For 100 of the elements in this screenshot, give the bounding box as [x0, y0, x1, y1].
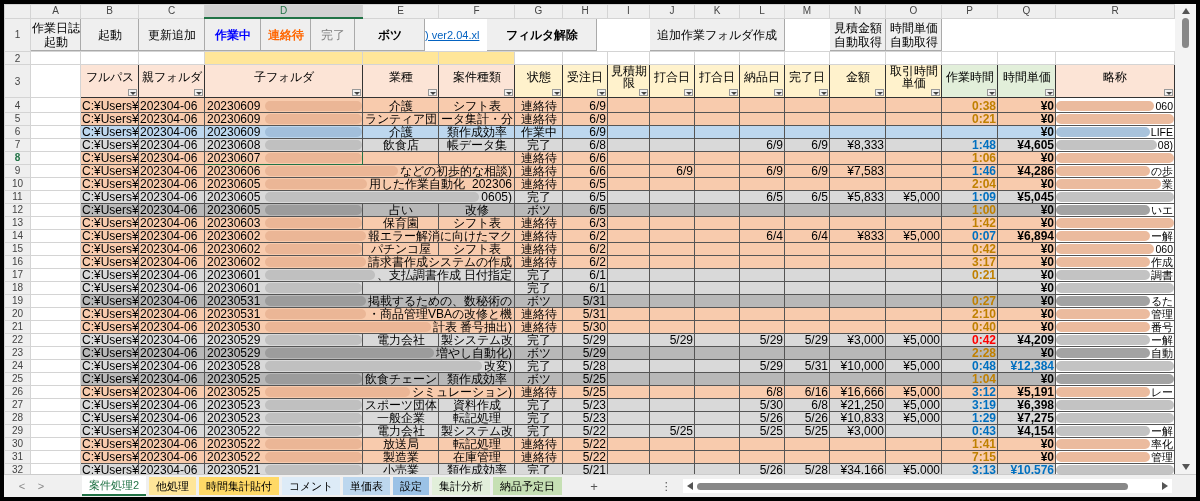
column-header[interactable]: Q: [997, 4, 1056, 18]
column-header[interactable]: L: [739, 4, 785, 18]
filter-dropdown-icon[interactable]: [774, 89, 783, 96]
column-title: 時間単価: [1002, 71, 1051, 83]
column-header[interactable]: I: [607, 4, 650, 18]
table-cell: 製システム改: [440, 425, 513, 437]
table-cell: 転記処理: [452, 412, 501, 424]
vertical-scrollbar[interactable]: [1175, 4, 1196, 474]
more-options-button[interactable]: ⋮: [660, 479, 672, 493]
horizontal-scrollbar[interactable]: [682, 479, 1172, 493]
table-cell-text: 20230525: [206, 386, 262, 398]
table-cell: 5/21: [582, 464, 606, 476]
table-cell: ¥7,275: [1017, 412, 1054, 424]
sheet-tab[interactable]: 案件処理2: [82, 476, 147, 496]
table-cell-text: 20230525: [206, 373, 262, 385]
column-header[interactable]: F: [438, 4, 515, 18]
table-cell: 08): [1156, 139, 1174, 151]
sheet-tab[interactable]: コメント: [282, 477, 341, 495]
column-header[interactable]: E: [362, 4, 439, 18]
table-cell: 202304-06: [140, 334, 198, 346]
sheet-tab[interactable]: 納品予定日: [493, 477, 563, 495]
macro-button[interactable]: 完了: [311, 19, 355, 51]
filter-dropdown-icon[interactable]: [875, 89, 884, 96]
filter-dropdown-icon[interactable]: [639, 89, 648, 96]
filter-dropdown-icon[interactable]: [931, 89, 940, 96]
table-cell: 6/1: [589, 282, 606, 294]
macro-button[interactable]: ボツ: [355, 19, 425, 51]
sheet-tab[interactable]: 単価表: [343, 477, 391, 495]
table-cell: の歩: [1150, 165, 1174, 177]
table-cell: 6/3: [589, 217, 606, 229]
sheet-tab[interactable]: 集計分析: [432, 477, 491, 495]
filter-dropdown-icon[interactable]: [1045, 89, 1054, 96]
table-cell: ¥0: [1040, 321, 1054, 333]
macro-button[interactable]: 更新追加: [139, 19, 205, 51]
table-cell-text: ・商品管理VBAの改修と機: [367, 308, 513, 320]
filter-dropdown-icon[interactable]: [987, 89, 996, 96]
macro-button[interactable]: 見積金額 自動取得: [830, 19, 886, 51]
filter-dropdown-icon[interactable]: [597, 89, 606, 96]
filter-dropdown-icon[interactable]: [352, 89, 361, 96]
table-cell: 管理: [1150, 308, 1174, 320]
sheet-tab[interactable]: 時間集計貼付: [199, 477, 280, 495]
table-cell: 202304-06: [140, 373, 198, 385]
table-cell: 電力会社: [376, 425, 425, 437]
column-header[interactable]: N: [829, 4, 886, 18]
column-header[interactable]: H: [562, 4, 608, 18]
filter-dropdown-icon[interactable]: [1164, 89, 1173, 96]
filter-dropdown-icon[interactable]: [819, 89, 828, 96]
sheet-tab[interactable]: 他処理: [149, 477, 197, 495]
table-cell: 6/1: [589, 269, 606, 281]
macro-button[interactable]: 追加作業フォルダ作成: [650, 19, 785, 51]
table-cell: 6/4: [766, 230, 783, 242]
table-cell: ¥0: [1040, 282, 1054, 294]
table-cell: 7:15: [971, 451, 996, 463]
table-cell: 6/8: [766, 386, 783, 398]
column-header[interactable]: P: [941, 4, 998, 18]
table-cell: 6/5: [589, 191, 606, 203]
filter-dropdown-icon[interactable]: [552, 89, 561, 96]
column-header[interactable]: J: [649, 4, 695, 18]
macro-button[interactable]: 起動: [81, 19, 139, 51]
filter-dropdown-icon[interactable]: [128, 89, 137, 96]
table-cell: 6/5: [766, 191, 783, 203]
column-header[interactable]: O: [885, 4, 942, 18]
table-cell: 5/25: [759, 425, 783, 437]
table-cell: 管理: [1150, 451, 1174, 463]
filter-dropdown-icon[interactable]: [504, 89, 513, 96]
macro-button[interactable]: フィルタ解除: [487, 19, 597, 51]
file-link[interactable]: ) ver2.04.xl: [425, 29, 480, 41]
filter-dropdown-icon[interactable]: [729, 89, 738, 96]
table-cell: 5/29: [759, 334, 783, 346]
macro-button[interactable]: 作業日誌 起動: [31, 19, 81, 51]
table-cell: 202304-06: [140, 204, 198, 216]
table-cell: 202304-06: [140, 269, 198, 281]
sheet-tab[interactable]: 設定: [393, 477, 430, 495]
table-cell-text: 20230531: [206, 295, 262, 307]
column-header[interactable]: G: [514, 4, 563, 18]
column-header[interactable]: M: [784, 4, 830, 18]
table-cell-text: 報エラー解消に向けたマク: [367, 230, 513, 242]
table-cell: ¥8,333: [847, 139, 884, 151]
column-header[interactable]: B: [80, 4, 139, 18]
table-cell-text: 用した作業自動化_202306: [368, 178, 513, 190]
add-sheet-button[interactable]: +: [590, 478, 598, 494]
table-cell: ¥5,000: [903, 386, 940, 398]
filter-dropdown-icon[interactable]: [428, 89, 437, 96]
filter-dropdown-icon[interactable]: [194, 89, 203, 96]
status-cell: 連絡待: [520, 451, 557, 463]
table-cell: ¥34,166: [840, 464, 884, 476]
table-cell: ¥5,000: [903, 399, 940, 411]
macro-button[interactable]: 時間単価 自動取得: [886, 19, 942, 51]
table-cell: ¥5,000: [903, 334, 940, 346]
column-header[interactable]: A: [30, 4, 81, 18]
column-header[interactable]: R: [1055, 4, 1175, 18]
filter-dropdown-icon[interactable]: [684, 89, 693, 96]
status-cell: ボツ: [526, 373, 551, 385]
table-cell: 202304-06: [140, 165, 198, 177]
column-header[interactable]: D: [204, 4, 363, 18]
table-cell: 202304-06: [140, 99, 198, 112]
column-header[interactable]: K: [694, 4, 740, 18]
column-header[interactable]: C: [138, 4, 205, 18]
status-cell: 完了: [526, 139, 551, 151]
macro-button[interactable]: 作業中: [205, 19, 261, 51]
